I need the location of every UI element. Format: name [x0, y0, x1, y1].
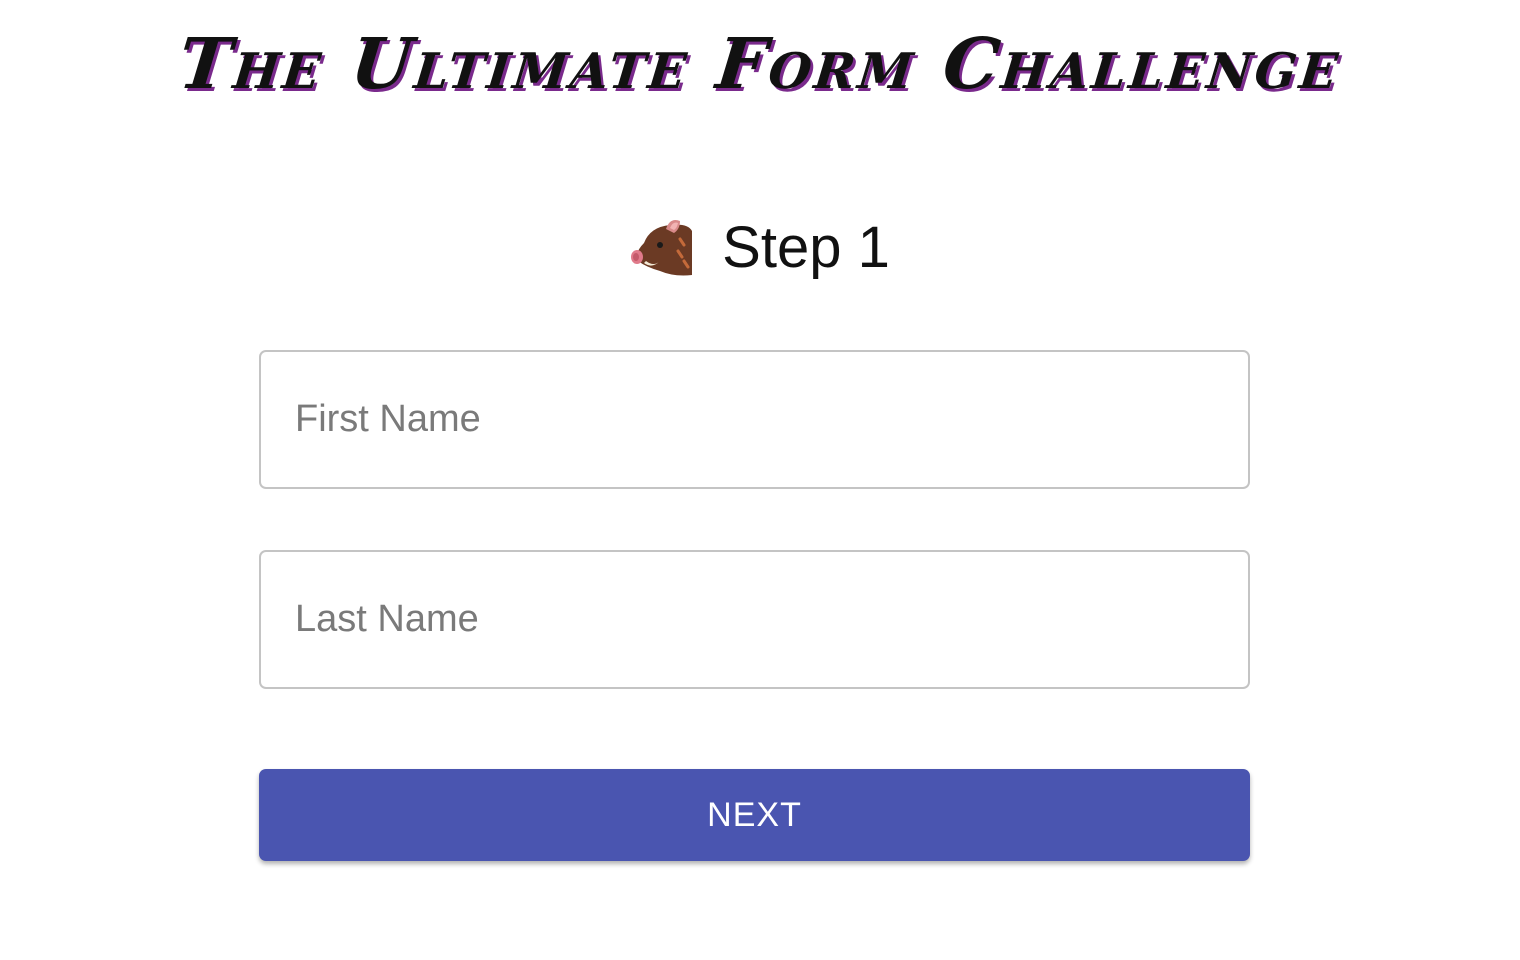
page-title: The Ultimate Form Challenge [174, 22, 1346, 105]
step-title: Step 1 [722, 215, 890, 280]
boar-icon [630, 217, 696, 279]
step-heading: Step 1 [0, 210, 1520, 286]
next-button[interactable]: NEXT [259, 769, 1250, 861]
last-name-input[interactable] [259, 550, 1250, 689]
first-name-input[interactable] [259, 350, 1250, 489]
